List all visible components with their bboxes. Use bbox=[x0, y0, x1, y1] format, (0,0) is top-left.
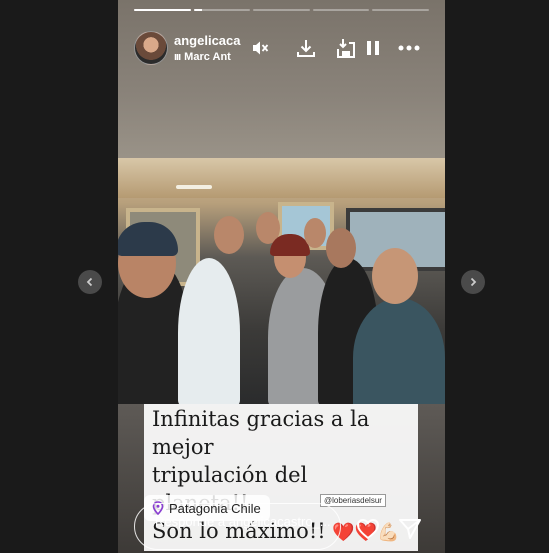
progress-segment bbox=[193, 9, 251, 11]
person-head bbox=[326, 228, 356, 268]
ceiling-light bbox=[176, 185, 212, 189]
download-button[interactable] bbox=[294, 36, 318, 60]
more-icon bbox=[398, 45, 420, 51]
download-icon bbox=[297, 40, 315, 57]
progress-segment bbox=[253, 9, 310, 11]
progress-segment bbox=[372, 9, 429, 11]
music-title: Marc Ant bbox=[184, 51, 231, 63]
heart-icon bbox=[356, 518, 380, 540]
caption-line: Infinitas gracias a la mejor bbox=[152, 407, 370, 459]
person-head bbox=[214, 216, 244, 254]
mention-tag[interactable]: @loberiasdelsur bbox=[320, 494, 386, 507]
person bbox=[178, 258, 240, 406]
progress-segment bbox=[312, 9, 370, 11]
chevron-left-icon bbox=[86, 277, 93, 287]
person-head bbox=[304, 218, 326, 248]
chevron-right-icon bbox=[470, 277, 477, 287]
reply-input[interactable]: Responde a angelicacastro_... bbox=[134, 503, 341, 550]
username[interactable]: angelicaca bbox=[174, 33, 241, 48]
prev-story-button[interactable] bbox=[78, 270, 102, 294]
person-head bbox=[372, 248, 418, 304]
next-story-button[interactable] bbox=[461, 270, 485, 294]
story-viewer[interactable]: angelicaca ııı Marc Ant Infinitas gracia… bbox=[118, 0, 445, 553]
person bbox=[353, 298, 445, 406]
story-background-top bbox=[118, 0, 445, 160]
save-icon bbox=[337, 39, 355, 58]
send-icon bbox=[399, 519, 421, 539]
ceiling bbox=[118, 158, 445, 198]
mute-button[interactable] bbox=[248, 36, 272, 60]
pause-button[interactable] bbox=[361, 36, 385, 60]
progress-segment bbox=[134, 9, 191, 11]
avatar[interactable] bbox=[134, 31, 168, 65]
speaker-muted-icon bbox=[253, 41, 269, 55]
like-button[interactable] bbox=[356, 518, 380, 545]
story-progress bbox=[134, 9, 429, 11]
more-options-button[interactable] bbox=[397, 36, 421, 60]
share-button[interactable] bbox=[398, 517, 422, 546]
save-button[interactable] bbox=[334, 36, 358, 60]
story-photo bbox=[118, 158, 445, 406]
pause-icon bbox=[367, 41, 379, 55]
music-bars-icon: ııı bbox=[174, 51, 181, 63]
music-label[interactable]: ııı Marc Ant bbox=[174, 51, 231, 63]
